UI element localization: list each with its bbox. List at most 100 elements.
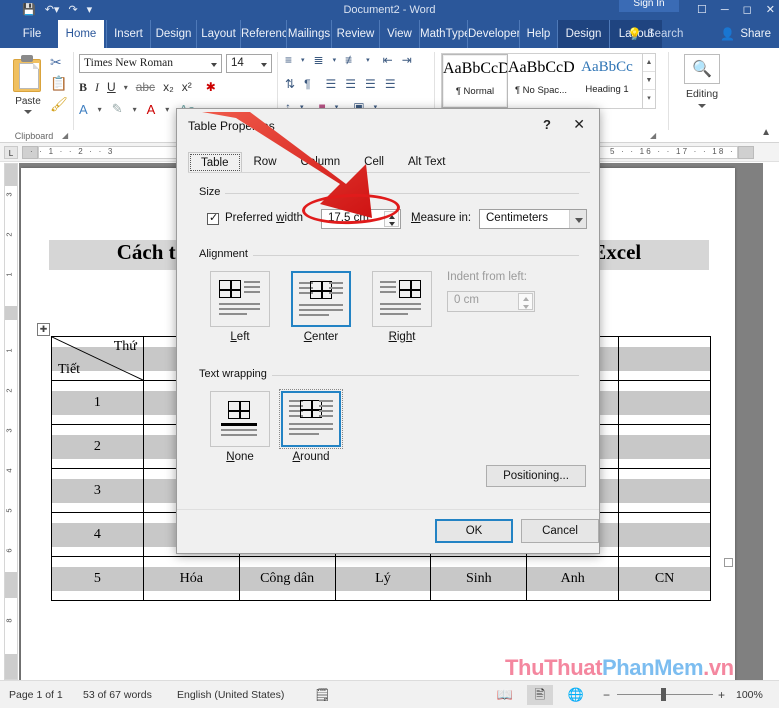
status-page-number[interactable]: Page 1 of 1 <box>9 681 63 708</box>
format-painter-icon[interactable]: 🖌 <box>50 96 74 117</box>
chevron-down-icon[interactable] <box>569 210 586 228</box>
collapse-ribbon-icon[interactable]: ▲ <box>761 127 771 138</box>
justify-icon[interactable]: ☰ <box>385 77 396 91</box>
status-word-count[interactable]: 53 of 67 words <box>83 681 152 708</box>
customize-quick-access-icon[interactable]: ▾ <box>87 4 93 16</box>
bullets-icon[interactable]: ≡ <box>285 53 292 67</box>
clear-formatting-icon[interactable]: ✱ <box>206 80 216 94</box>
chevron-down-icon[interactable]: ▾ <box>98 105 102 114</box>
styles-more-icon[interactable]: ▾ <box>643 90 655 108</box>
style-normal[interactable]: AaBbCcDd ¶ Normal <box>442 54 508 108</box>
table-cell-row-number[interactable]: 2 <box>51 424 144 469</box>
tab-stop-selector[interactable]: L <box>4 146 18 159</box>
table-properties-dialog[interactable]: Table Properties ? ✕ Table Row Column Ce… <box>176 108 600 554</box>
clipboard-dialog-launcher-icon[interactable]: ◢ <box>62 131 68 140</box>
tab-mailings[interactable]: Mailings <box>286 20 331 48</box>
align-center-option[interactable] <box>291 271 351 327</box>
tab-mathtype[interactable]: MathType <box>419 20 467 48</box>
save-icon[interactable]: 💾 <box>22 4 36 16</box>
text-highlight-icon[interactable]: ✎ <box>112 101 123 117</box>
table-cell-row-number[interactable]: 3 <box>51 468 144 513</box>
table-cell[interactable]: CN <box>618 556 711 601</box>
sign-in-button[interactable]: Sign In <box>619 0 679 12</box>
table-cell[interactable]: Lý <box>334 556 432 601</box>
decrease-indent-icon[interactable]: ⇤ <box>383 53 393 67</box>
bold-button[interactable]: B <box>79 80 87 95</box>
increase-indent-icon[interactable]: ⇥ <box>402 53 412 67</box>
share-button[interactable]: 👤 Share <box>720 20 771 48</box>
status-language[interactable]: English (United States) <box>177 681 284 708</box>
numbering-icon[interactable]: ≣ <box>314 53 324 67</box>
font-size-combobox[interactable]: 14 <box>226 54 272 73</box>
paste-icon[interactable] <box>10 54 44 94</box>
align-left-icon[interactable]: ☰ <box>326 77 337 91</box>
styles-scroll-down-icon[interactable]: ▼ <box>643 72 655 90</box>
chevron-down-icon[interactable]: ▾ <box>133 105 137 114</box>
styles-dialog-launcher-icon[interactable]: ◢ <box>650 131 656 140</box>
text-effects-icon[interactable]: A <box>79 102 88 117</box>
copy-icon[interactable]: 📋 <box>50 75 74 96</box>
vertical-ruler[interactable]: 3 2 1 1 2 3 4 5 6 8 <box>4 163 18 680</box>
cut-scissors-icon[interactable]: ✂ <box>50 54 74 75</box>
maximize-icon[interactable]: ◻ <box>743 4 752 16</box>
table-cell[interactable]: Công dân <box>238 556 336 601</box>
font-name-combobox[interactable]: Times New Roman <box>79 54 222 73</box>
align-center-label[interactable]: Center <box>291 331 351 343</box>
zoom-slider-thumb[interactable] <box>661 688 666 701</box>
superscript-button[interactable]: x² <box>182 80 192 94</box>
zoom-level-label[interactable]: 100% <box>736 681 763 708</box>
measure-in-combobox[interactable]: Centimeters <box>479 209 587 229</box>
dialog-close-icon[interactable]: ✕ <box>573 116 585 133</box>
table-move-handle[interactable]: ✚ <box>37 323 50 336</box>
multilevel-list-icon[interactable]: ≢ <box>345 53 357 67</box>
cancel-button[interactable]: Cancel <box>521 519 599 543</box>
underline-button[interactable]: U <box>107 80 116 94</box>
chevron-down-icon[interactable]: ▾ <box>301 56 305 64</box>
positioning-button[interactable]: Positioning... <box>486 465 586 487</box>
table-cell-row-number[interactable]: 5 <box>51 556 144 601</box>
paste-label[interactable]: Paste <box>8 96 48 107</box>
tab-insert[interactable]: Insert <box>106 20 150 48</box>
undo-icon[interactable]: ↶▾ <box>45 4 60 16</box>
font-color-icon[interactable]: A <box>147 102 156 117</box>
dialog-tab-cell[interactable]: Cell <box>352 152 396 173</box>
style-heading-1[interactable]: AaBbCc Heading 1 <box>574 54 640 108</box>
align-right-icon[interactable]: ☰ <box>365 77 376 91</box>
zoom-out-button[interactable]: − <box>603 681 610 708</box>
read-mode-icon[interactable]: 📖 <box>492 685 518 705</box>
chevron-down-icon[interactable]: ▾ <box>333 56 337 64</box>
preferred-width-checkbox[interactable] <box>207 211 219 225</box>
spin-down-icon[interactable] <box>385 219 398 226</box>
close-icon[interactable]: ✕ <box>766 4 775 16</box>
wrap-around-option[interactable] <box>279 389 343 449</box>
tab-view[interactable]: View <box>379 20 419 48</box>
table-cell[interactable] <box>618 468 711 513</box>
tab-developer[interactable]: Developer <box>467 20 519 48</box>
table-cell[interactable]: Anh <box>526 556 620 601</box>
table-cell[interactable]: Sinh <box>430 556 528 601</box>
table-cell[interactable]: Hóa <box>142 556 240 601</box>
minimize-icon[interactable]: ─ <box>721 4 729 16</box>
dialog-tab-table[interactable]: Table <box>188 152 242 173</box>
show-formatting-marks-icon[interactable]: ¶ <box>304 77 310 91</box>
chevron-down-icon[interactable]: ▾ <box>165 105 169 114</box>
paste-dropdown-icon[interactable] <box>24 110 32 114</box>
subscript-button[interactable]: x₂ <box>163 80 174 94</box>
sort-icon[interactable]: ⇅ <box>285 77 295 91</box>
styles-scrollbar[interactable]: ▲ ▼ ▾ <box>643 53 656 109</box>
table-resize-handle[interactable] <box>724 558 733 567</box>
ok-button[interactable]: OK <box>435 519 513 543</box>
underline-dropdown-icon[interactable]: ▾ <box>124 83 128 92</box>
redo-icon[interactable]: ↷ <box>68 4 77 16</box>
dialog-tab-column[interactable]: Column <box>289 152 353 173</box>
tab-design[interactable]: Design <box>150 20 196 48</box>
align-left-label[interactable]: Left <box>210 331 270 343</box>
dialog-help-button[interactable]: ? <box>543 117 551 132</box>
tab-table-design[interactable]: Design <box>557 20 609 48</box>
styles-scroll-up-icon[interactable]: ▲ <box>643 54 655 72</box>
dialog-tab-row[interactable]: Row <box>242 152 289 173</box>
web-layout-icon[interactable]: 🌐 <box>563 685 589 705</box>
tab-layout[interactable]: Layout <box>196 20 240 48</box>
tab-references[interactable]: References <box>240 20 286 48</box>
print-layout-icon[interactable]: 🖹 <box>527 685 553 705</box>
